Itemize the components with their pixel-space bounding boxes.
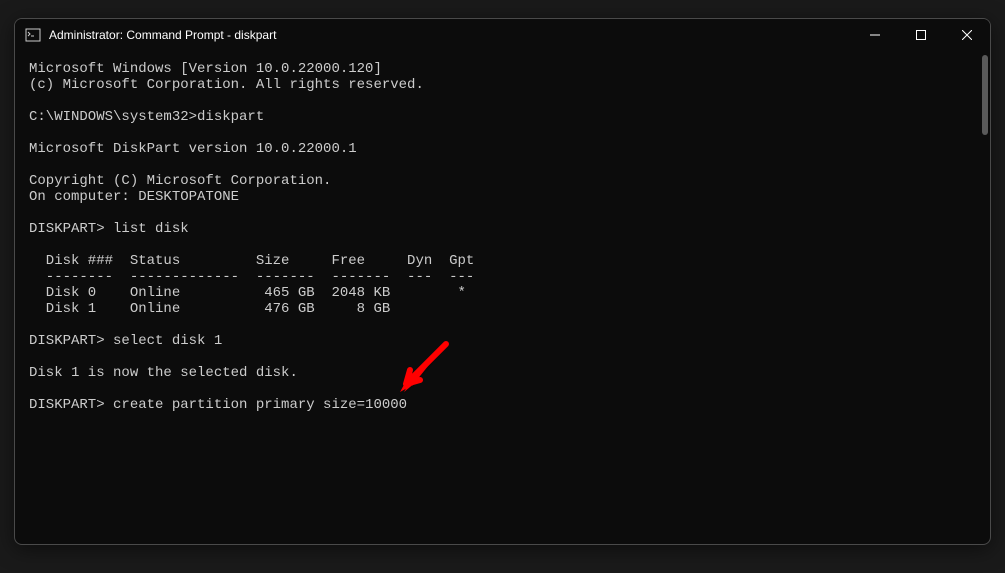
titlebar[interactable]: Administrator: Command Prompt - diskpart	[15, 19, 990, 51]
minimize-button[interactable]	[852, 19, 898, 51]
maximize-button[interactable]	[898, 19, 944, 51]
terminal-text: Microsoft Windows [Version 10.0.22000.12…	[29, 61, 474, 413]
window-title: Administrator: Command Prompt - diskpart	[49, 28, 852, 42]
scrollbar-thumb[interactable]	[982, 55, 988, 135]
close-button[interactable]	[944, 19, 990, 51]
command-prompt-window: Administrator: Command Prompt - diskpart…	[14, 18, 991, 545]
window-controls	[852, 19, 990, 51]
cmd-icon	[25, 27, 41, 43]
terminal-output[interactable]: Microsoft Windows [Version 10.0.22000.12…	[15, 51, 990, 544]
